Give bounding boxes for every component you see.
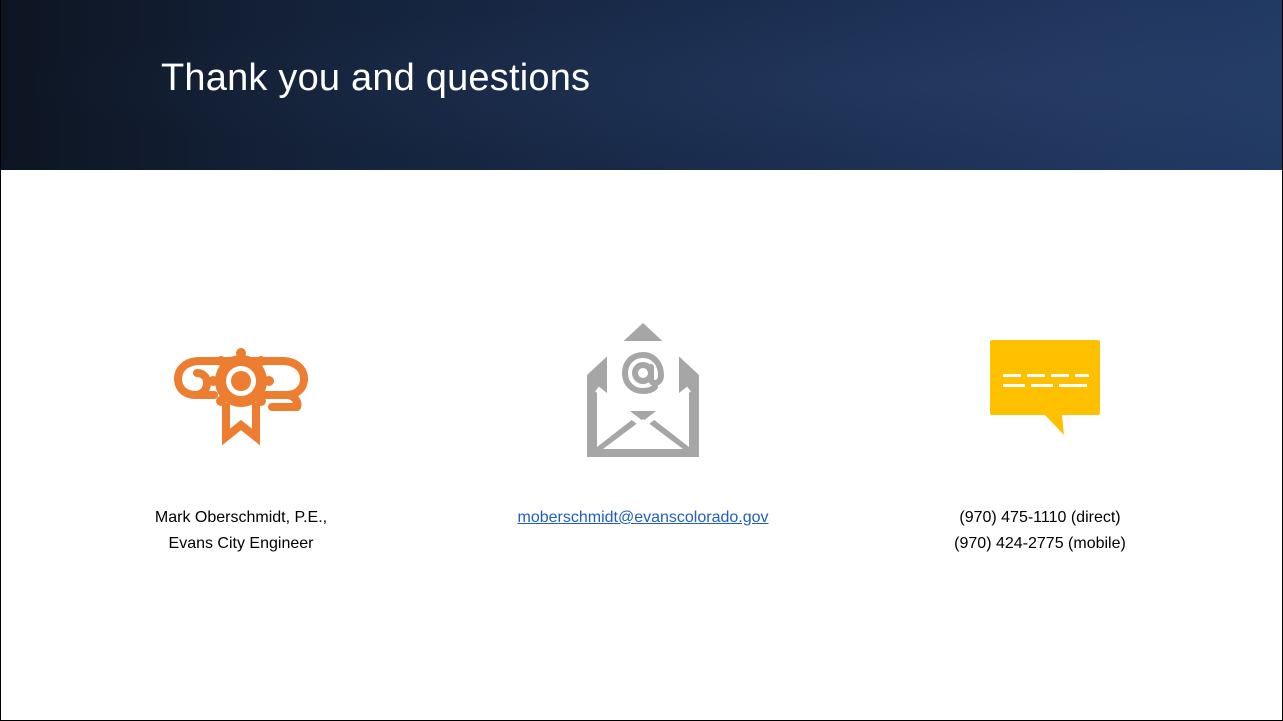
title-band: Thank you and questions (1, 0, 1282, 170)
phone-direct: (970) 475-1110 (direct) (959, 509, 1121, 526)
slide: Thank you and questions Mark Oberschmidt… (0, 0, 1283, 721)
contact-phone-block: (970) 475-1110 (direct) (970) 424-2775 (… (890, 315, 1190, 556)
speech-bubble-icon (890, 315, 1190, 465)
contact-name-block: Mark Oberschmidt, P.E., Evans City Engin… (91, 315, 391, 556)
phone-mobile: (970) 424-2775 (mobile) (954, 534, 1126, 552)
contact-role: Evans City Engineer (168, 534, 314, 552)
open-envelope-email-icon (493, 315, 793, 465)
email-link[interactable]: moberschmidt@evanscolorado.gov (493, 505, 793, 531)
open-envelope-email-icon-graphic (587, 323, 699, 457)
contact-name-caption: Mark Oberschmidt, P.E., Evans City Engin… (91, 505, 391, 556)
contact-email-block: moberschmidt@evanscolorado.gov (493, 315, 793, 531)
contact-phone-caption: (970) 475-1110 (direct) (970) 424-2775 (… (890, 505, 1190, 556)
diploma-certificate-icon-graphic (174, 348, 308, 446)
contact-name: Mark Oberschmidt, P.E., (154, 509, 328, 526)
contact-email-caption: moberschmidt@evanscolorado.gov (493, 505, 793, 531)
speech-bubble-icon-graphic (990, 340, 1100, 435)
seal-shape (208, 348, 274, 407)
diploma-certificate-icon (91, 315, 391, 465)
slide-title: Thank you and questions (161, 57, 591, 99)
